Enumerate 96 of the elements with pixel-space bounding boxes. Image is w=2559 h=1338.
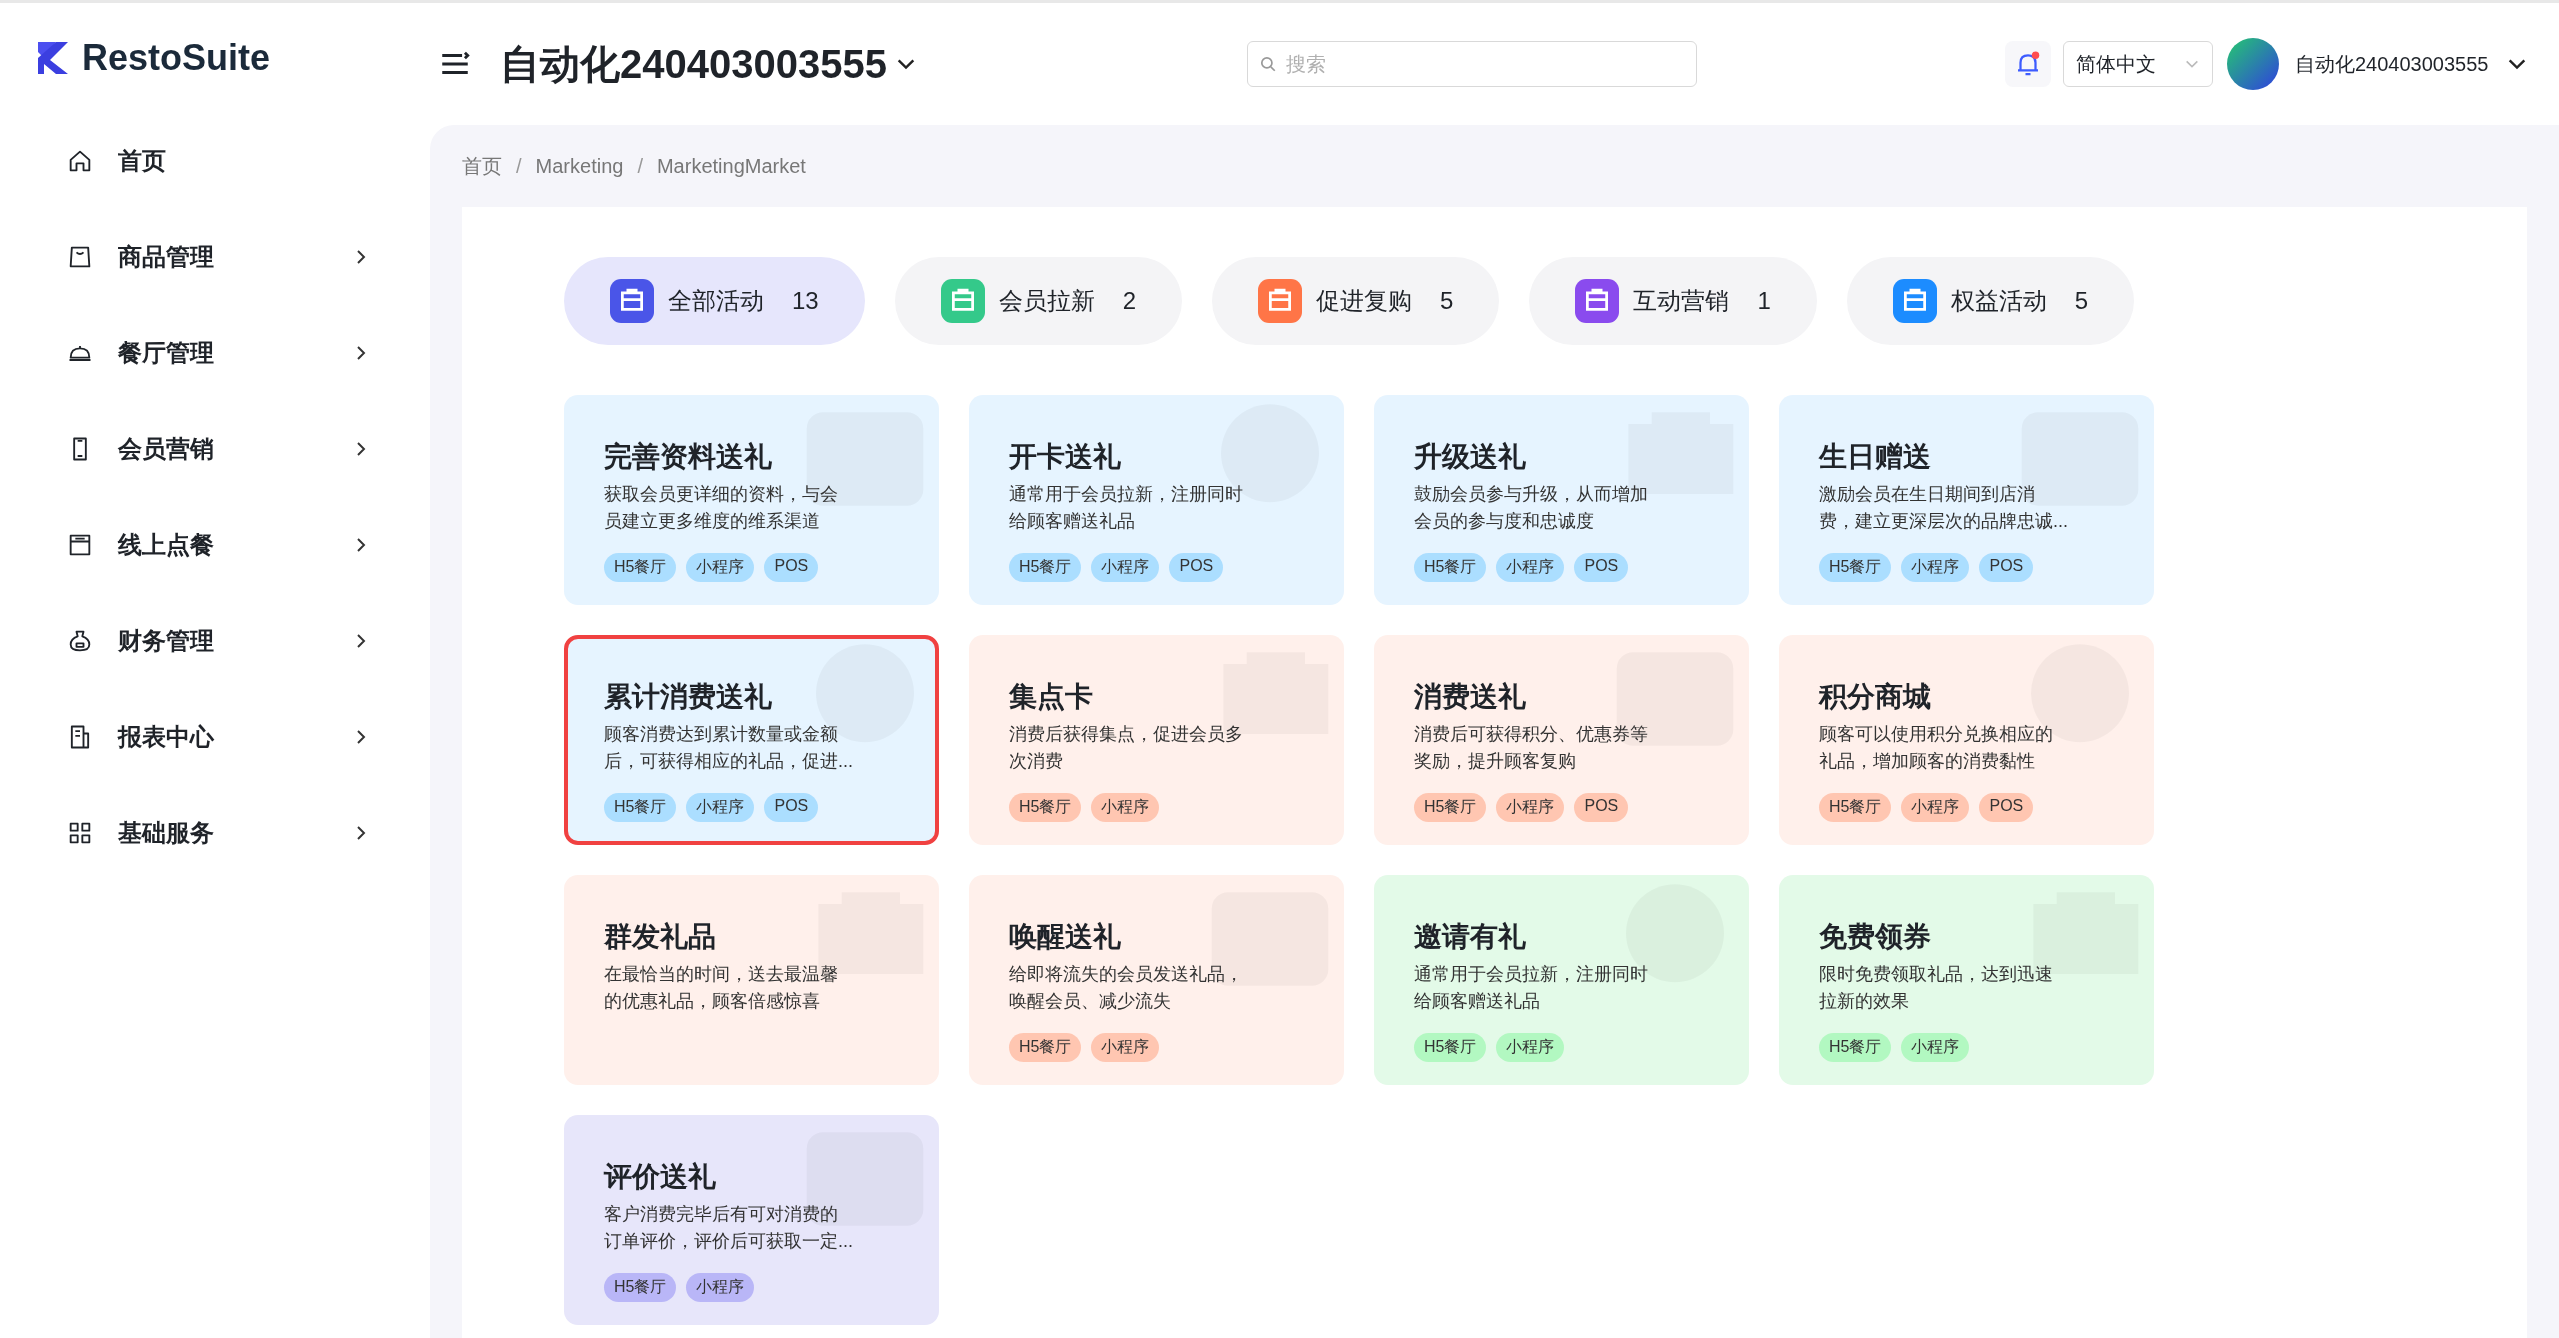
category-tab[interactable]: 互动营销 1 [1529, 257, 1817, 345]
channel-tag: 小程序 [1496, 1033, 1565, 1062]
channel-tag: H5餐厅 [1819, 553, 1892, 582]
channel-tag: H5餐厅 [1414, 793, 1487, 822]
card-title: 完善资料送礼 [604, 440, 773, 474]
channel-tag: 小程序 [686, 793, 755, 822]
channel-tag: 小程序 [686, 553, 755, 582]
category-tab[interactable]: 会员拉新 2 [894, 257, 1183, 345]
channel-tag: 小程序 [1901, 1033, 1970, 1062]
channel-tag: 小程序 [1091, 1033, 1160, 1062]
channel-tag: 小程序 [1496, 553, 1565, 582]
sidebar-item[interactable]: 财务管理 [0, 593, 370, 689]
user-name[interactable]: 自动化240403003555 [2294, 50, 2489, 78]
channel-tag: H5餐厅 [604, 553, 677, 582]
card-description: 消费后获得集点，促进会员多 次消费 [1009, 723, 1244, 773]
notification-button[interactable] [2004, 41, 2051, 87]
activity-card[interactable]: 评价送礼 客户消费完毕后有可对消费的 订单评价，评价后可获取一定... H5餐厅 小程序 [564, 1115, 939, 1325]
activity-card[interactable]: 免费领券 限时免费领取礼品，达到迅速 拉新的效果 H5餐厅 小程序 [1779, 875, 2154, 1085]
channel-tag: POS [764, 553, 819, 582]
avatar[interactable] [2226, 38, 2279, 90]
card-description: 通常用于会员拉新，注册同时 给顾客赠送礼品 [1009, 483, 1244, 533]
card-description: 顾客可以使用积分兑换相应的 礼品，增加顾客的消费黏性 [1819, 723, 2054, 773]
activity-card[interactable]: 完善资料送礼 获取会员更详细的资料，与会 员建立更多维度的维系渠道 H5餐厅 小程序 POS [564, 395, 939, 605]
channel-tag: 小程序 [1496, 793, 1565, 822]
card-description: 通常用于会员拉新，注册同时 给顾客赠送礼品 [1414, 963, 1649, 1013]
activity-card[interactable]: 消费送礼 消费后可获得积分、优惠券等 奖励，提升顾客复购 H5餐厅 小程序 POS [1374, 635, 1749, 845]
logo-text: RestoSuite [82, 37, 271, 79]
activity-card[interactable]: 升级送礼 鼓励会员参与升级，从而增加 会员的参与度和忠诚度 H5餐厅 小程序 POS [1374, 395, 1749, 605]
channel-tag: H5餐厅 [1414, 553, 1487, 582]
category-tab[interactable]: 全部活动 13 [564, 257, 865, 345]
card-title: 开卡送礼 [1009, 440, 1122, 474]
card-description: 消费后可获得积分、优惠券等 奖励，提升顾客复购 [1414, 723, 1649, 773]
channel-tag: H5餐厅 [1819, 793, 1892, 822]
channel-tag: POS [1574, 553, 1629, 582]
sidebar-item[interactable]: 商品管理 [0, 209, 370, 305]
card-description: 限时免费领取礼品，达到迅速 拉新的效果 [1819, 963, 2054, 1013]
channel-tag: H5餐厅 [1414, 1033, 1487, 1062]
search-icon [1258, 55, 1277, 73]
activity-card[interactable]: 唤醒送礼 给即将流失的会员发送礼品， 唤醒会员、减少流失 H5餐厅 小程序 [969, 875, 1344, 1085]
channel-tag: H5餐厅 [1009, 1033, 1082, 1062]
activity-card[interactable]: 积分商城 顾客可以使用积分兑换相应的 礼品，增加顾客的消费黏性 H5餐厅 小程序 POS [1779, 635, 2154, 845]
card-description: 顾客消费达到累计数量或金额 后，可获得相应的礼品，促进... [604, 723, 854, 773]
breadcrumb-link[interactable]: 首页 [462, 152, 502, 180]
card-title: 消费送礼 [1414, 680, 1527, 714]
channel-tag: POS [1574, 793, 1629, 822]
breadcrumb-link[interactable]: MarketingMarket [656, 154, 806, 178]
card-title: 邀请有礼 [1414, 920, 1527, 954]
channel-tag: 小程序 [1901, 553, 1970, 582]
card-title: 生日赠送 [1819, 440, 1932, 474]
channel-tag: 小程序 [1901, 793, 1970, 822]
activity-card[interactable]: 集点卡 消费后获得集点，促进会员多 次消费 H5餐厅 小程序 [969, 635, 1344, 845]
activity-card[interactable]: 累计消费送礼 顾客消费达到累计数量或金额 后，可获得相应的礼品，促进... H5餐厅 小程序 POS [564, 635, 939, 845]
card-description: 激励会员在生日期间到店消 费，建立更深层次的品牌忠诚... [1819, 483, 2069, 533]
activity-card[interactable]: 生日赠送 激励会员在生日期间到店消 费，建立更深层次的品牌忠诚... H5餐厅 小程序 POS [1779, 395, 2154, 605]
channel-tag: POS [764, 793, 819, 822]
card-description: 获取会员更详细的资料，与会 员建立更多维度的维系渠道 [604, 483, 839, 533]
channel-tag: POS [1169, 553, 1224, 582]
card-title: 免费领券 [1819, 920, 1932, 954]
activity-card[interactable]: 开卡送礼 通常用于会员拉新，注册同时 给顾客赠送礼品 H5餐厅 小程序 POS [969, 395, 1344, 605]
sidebar-item[interactable]: 基础服务 [0, 785, 370, 881]
channel-tag: H5餐厅 [1819, 1033, 1892, 1062]
card-title: 升级送礼 [1414, 440, 1527, 474]
channel-tag: 小程序 [1091, 793, 1160, 822]
sidebar-item[interactable]: 首页 [0, 113, 370, 209]
card-title: 累计消费送礼 [604, 680, 773, 714]
breadcrumb-separator: / [637, 154, 643, 178]
category-tab[interactable]: 促进复购 5 [1212, 257, 1500, 345]
sidebar-item[interactable]: 会员营销 [0, 401, 370, 497]
activity-card[interactable]: 群发礼品 在最恰当的时间，送去最温馨 的优惠礼品，顾客倍感惊喜 [564, 875, 939, 1085]
card-description: 在最恰当的时间，送去最温馨 的优惠礼品，顾客倍感惊喜 [604, 963, 839, 1013]
activity-card[interactable]: 邀请有礼 通常用于会员拉新，注册同时 给顾客赠送礼品 H5餐厅 小程序 [1374, 875, 1749, 1085]
store-selector[interactable]: 自动化240403003555 [500, 36, 917, 92]
channel-tag: 小程序 [1091, 553, 1160, 582]
breadcrumb-separator: / [516, 154, 522, 178]
channel-tag: 小程序 [686, 1273, 755, 1302]
card-title: 评价送礼 [604, 1160, 717, 1194]
sidebar-item[interactable]: 线上点餐 [0, 497, 370, 593]
channel-tag: POS [1979, 793, 2034, 822]
category-tab[interactable]: 权益活动 5 [1846, 257, 2135, 345]
channel-tag: H5餐厅 [604, 793, 677, 822]
channel-tag: POS [1979, 553, 2034, 582]
card-title: 唤醒送礼 [1009, 920, 1122, 954]
sidebar-item[interactable]: 餐厅管理 [0, 305, 370, 401]
search-field[interactable]: 搜索 [1246, 41, 1697, 87]
card-description: 给即将流失的会员发送礼品， 唤醒会员、减少流失 [1009, 963, 1244, 1013]
language-select[interactable]: 简体中文 [2062, 41, 2213, 87]
channel-tag: H5餐厅 [1009, 553, 1082, 582]
card-description: 客户消费完毕后有可对消费的 订单评价，评价后可获取一定... [604, 1203, 854, 1253]
card-description: 鼓励会员参与升级，从而增加 会员的参与度和忠诚度 [1414, 483, 1649, 533]
channel-tag: H5餐厅 [1009, 793, 1082, 822]
sidebar-item[interactable]: 报表中心 [0, 689, 370, 785]
card-title: 集点卡 [1009, 680, 1094, 714]
card-title: 群发礼品 [604, 920, 717, 954]
channel-tag: H5餐厅 [604, 1273, 677, 1302]
breadcrumb-link[interactable]: Marketing [535, 154, 624, 178]
card-title: 积分商城 [1819, 680, 1932, 714]
